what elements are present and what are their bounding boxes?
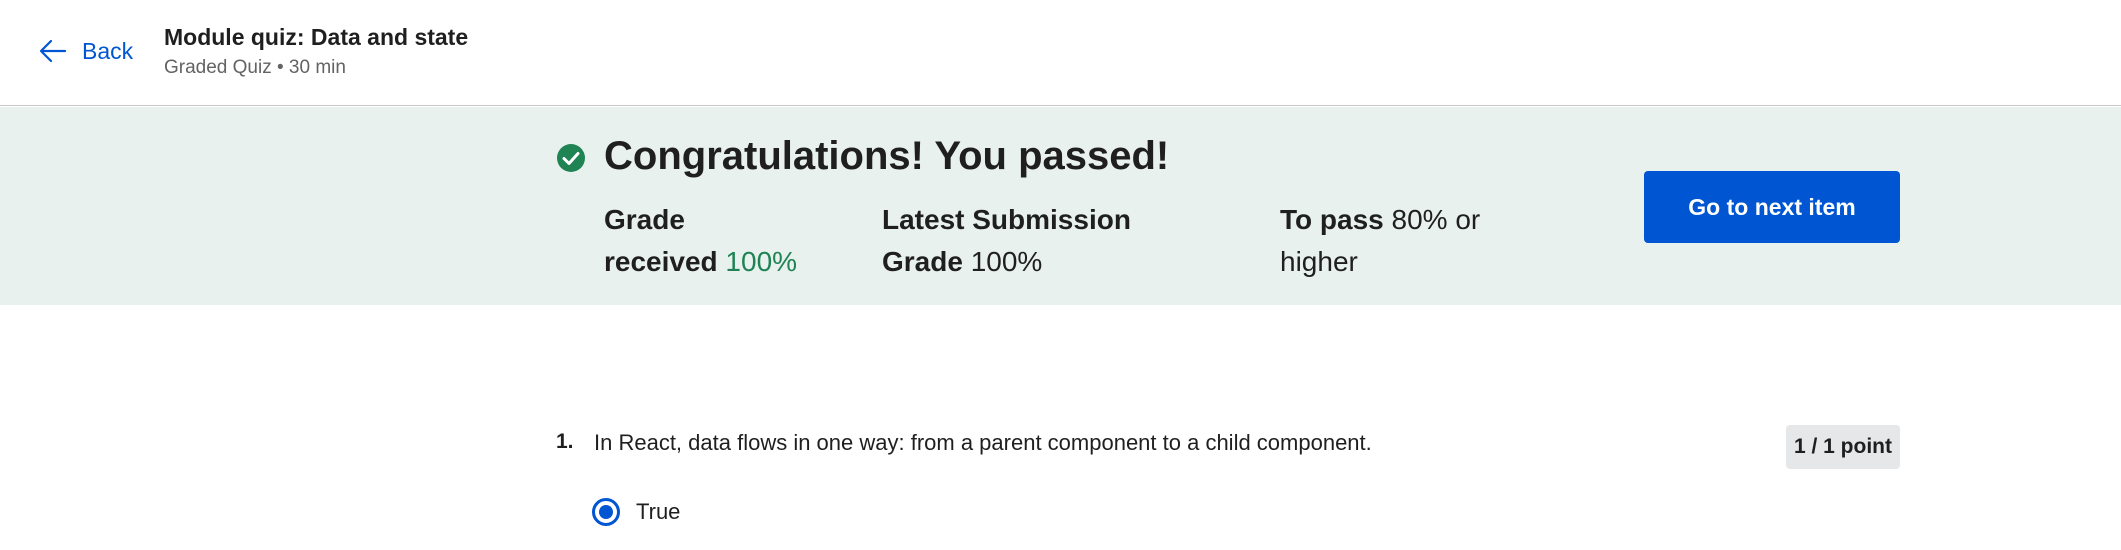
latest-submission-value: 100% (970, 246, 1043, 277)
result-heading: Congratulations! You passed! (604, 134, 1170, 178)
latest-submission-stat: Latest Submission Grade 100% (882, 199, 1212, 283)
latest-submission-label: Latest Submission (882, 204, 1131, 235)
answer-option-true[interactable]: True (592, 498, 680, 526)
check-circle-icon (557, 144, 585, 172)
option-label: True (636, 499, 681, 524)
to-pass-stat: To pass 80% or higher (1280, 199, 1510, 283)
grade-received-stat: Grade received 100% (604, 199, 814, 283)
grade-received-label-2: received (604, 246, 718, 277)
quiz-meta: Graded Quiz • 30 min (164, 57, 346, 78)
grade-received-label: Grade (604, 204, 685, 235)
back-button[interactable]: Back (38, 36, 133, 66)
go-to-next-item-button[interactable]: Go to next item (1644, 171, 1900, 243)
latest-submission-label-2: Grade (882, 246, 963, 277)
back-label: Back (82, 37, 134, 64)
question-text: In React, data flows in one way: from a … (594, 430, 1372, 455)
radio-dot (599, 505, 613, 519)
arrow-left-icon (39, 39, 67, 63)
to-pass-value-2: higher (1280, 246, 1358, 277)
page-title: Module quiz: Data and state (164, 24, 469, 50)
quiz-header: Back Module quiz: Data and state Graded … (0, 0, 2121, 106)
to-pass-label: To pass (1280, 204, 1384, 235)
points-badge: 1 / 1 point (1786, 425, 1900, 469)
question-number: 1. (556, 430, 574, 453)
grade-received-value: 100% (725, 246, 798, 277)
quiz-title-block: Module quiz: Data and state Graded Quiz … (164, 22, 468, 82)
to-pass-value: 80% or (1391, 204, 1481, 235)
radio-selected-icon[interactable] (592, 498, 620, 526)
